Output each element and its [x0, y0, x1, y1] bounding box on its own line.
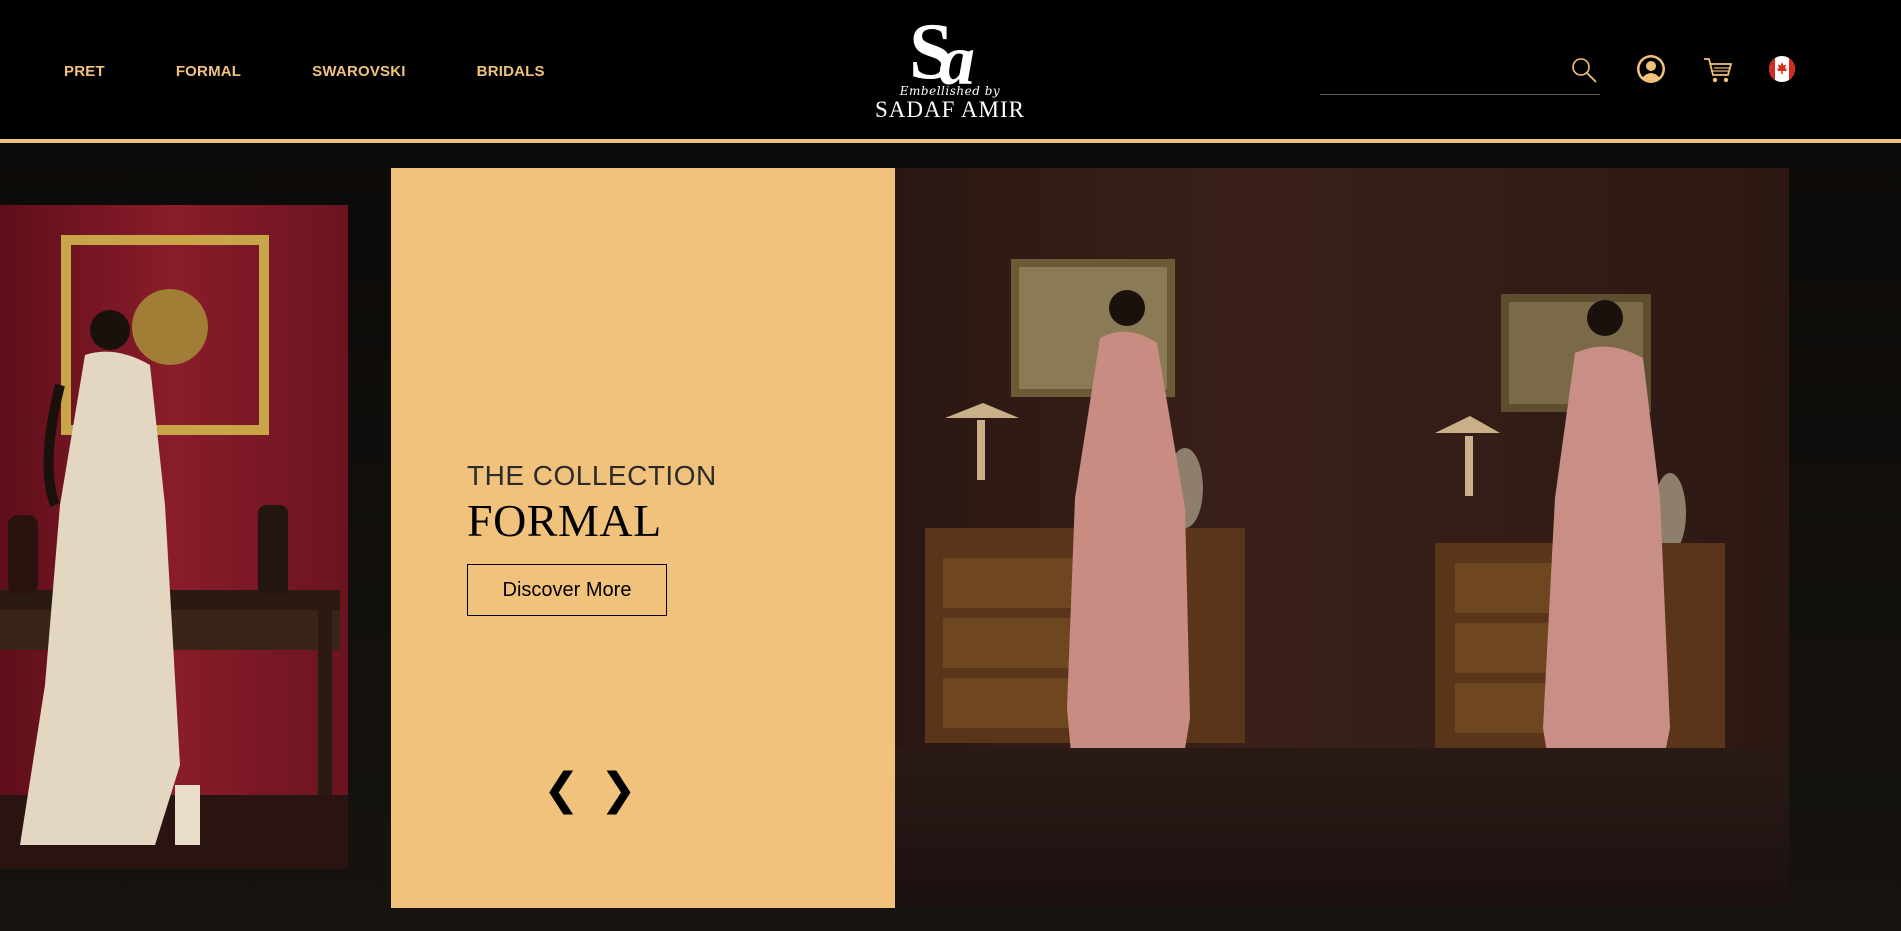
search-box — [1320, 56, 1600, 95]
logo-name: SADAF AMIR — [875, 97, 1025, 122]
search-icon[interactable] — [1570, 56, 1598, 84]
slide-image-previous[interactable] — [0, 205, 348, 869]
discover-more-button[interactable]: Discover More — [467, 564, 667, 616]
user-icon[interactable] — [1635, 53, 1667, 85]
search-input[interactable] — [1320, 56, 1564, 92]
brand-logo[interactable]: S a Embellished by SADAF AMIR — [865, 8, 1035, 138]
bridal-photo-image — [0, 235, 348, 869]
logo-tagline: Embellished by — [899, 84, 1001, 98]
nav-pret[interactable]: PRET — [64, 63, 105, 80]
nav-bridals[interactable]: BRIDALS — [477, 63, 545, 80]
collection-panel: THE COLLECTION FORMAL Discover More ❮ ❯ — [391, 168, 895, 908]
canada-flag-icon[interactable] — [1768, 55, 1796, 83]
nav-formal[interactable]: FORMAL — [176, 63, 241, 80]
nav-swarovski[interactable]: SWAROVSKI — [312, 63, 405, 80]
svg-text:a: a — [939, 20, 975, 90]
site-header: PRET FORMAL SWAROVSKI BRIDALS S a Embell… — [0, 0, 1901, 143]
prev-slide-icon[interactable]: ❮ — [543, 768, 580, 812]
collection-subtitle: THE COLLECTION — [467, 460, 717, 491]
formal-photo-image — [925, 259, 1725, 888]
cart-icon[interactable] — [1702, 54, 1734, 86]
slide-image-current[interactable] — [895, 168, 1789, 908]
next-slide-icon[interactable]: ❯ — [600, 768, 637, 812]
main-nav: PRET FORMAL SWAROVSKI BRIDALS — [64, 63, 616, 80]
slider-controls: ❮ ❯ — [543, 768, 657, 812]
sa-monogram-icon: S a — [909, 8, 975, 90]
collection-title: FORMAL — [467, 495, 662, 546]
hero-slider: THE COLLECTION FORMAL Discover More ❮ ❯ — [0, 143, 1901, 931]
